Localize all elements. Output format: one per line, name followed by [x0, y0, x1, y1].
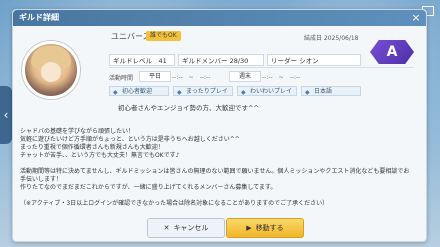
- stat-leader: リーダー シオン: [267, 54, 361, 66]
- description-line: 気軽に遊びたいけど方手順がちょっと、という方は是非うちへお越しください^^: [20, 136, 240, 143]
- description-line: （※アクティブ・3日以上ログインが確認できなかった場合は除名対象になることがあり…: [20, 200, 329, 207]
- guild-leader-avatar: [22, 41, 80, 99]
- weekend-time: --:-- ~ --:--: [262, 74, 301, 81]
- move-icon: ▶: [246, 224, 252, 232]
- tag-item: ◆ 初心者歓迎: [109, 86, 169, 96]
- created-date: 結成日 2025/06/18: [304, 35, 359, 42]
- tag-item: ◆ わいわいプレイ: [237, 86, 297, 96]
- tag-item: ◆ まったりプレイ: [173, 86, 233, 96]
- cancel-icon: ✕: [163, 224, 170, 232]
- tag-item: ◆ 日本語: [301, 86, 361, 96]
- join-policy-badge: 誰でもOK: [146, 31, 181, 41]
- weekday-label: 平日: [139, 71, 171, 82]
- side-collapse-tab[interactable]: ‹: [0, 86, 12, 144]
- stat-members: ギルドメンバー 28/30: [178, 54, 264, 66]
- guild-name: ユニバース: [111, 32, 151, 41]
- close-icon[interactable]: ×: [409, 11, 423, 25]
- guild-rank-icon: A: [370, 40, 414, 64]
- weekday-time: --:-- ~ --:--: [172, 74, 211, 81]
- guild-stats: ギルドレベル 41 ギルドメンバー 28/30 リーダー シオン: [109, 54, 364, 66]
- tag-icon: ◆: [305, 89, 310, 96]
- divider: [109, 67, 414, 68]
- cancel-button[interactable]: ✕ キャンセル: [147, 218, 225, 238]
- description-line: チャットが苦手、、という方でも大丈夫！無言でもOKです♪: [20, 152, 180, 159]
- tag-icon: ◆: [241, 89, 246, 96]
- tag-icon: ◆: [113, 89, 118, 96]
- stat-level: ギルドレベル 41: [109, 54, 175, 66]
- description-line: まったり重視で個作循環者さんも新規さんも大歓迎！: [20, 144, 164, 151]
- weekend-label: 週末: [229, 71, 261, 82]
- guild-description[interactable]: シャドバの基礎を学びながら頑張したい！ 気軽に遊びたいけど方手順がちょっと、とい…: [20, 128, 410, 207]
- dialog-title: ギルド詳細: [19, 13, 59, 22]
- move-button[interactable]: ▶ 移動する: [226, 218, 304, 238]
- description-line: 作りたてなのでまだまだこれからですが、一緒に盛り上げてくれるメンバーさん募集して…: [20, 184, 277, 191]
- dialog-titlebar: ギルド詳細 ×: [13, 10, 426, 26]
- activity-time-label: 活動時間: [109, 75, 134, 82]
- tag-icon: ◆: [177, 89, 182, 96]
- description-line: 活動期間等は特に決めてませんし、ギルドミッションは皆さんの無理のない範囲で願いま…: [20, 168, 410, 183]
- description-line: シャドバの基礎を学びながら頑張したい！: [20, 128, 135, 135]
- guild-message: 初心者さんやエンジョイ勢の方、大歓迎です^^: [118, 104, 259, 112]
